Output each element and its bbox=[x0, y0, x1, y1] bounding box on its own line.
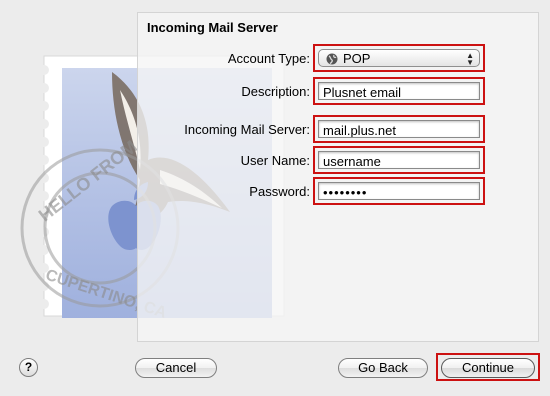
go-back-button[interactable]: Go Back bbox=[338, 358, 428, 378]
account-type-value: POP bbox=[343, 51, 371, 66]
cancel-button[interactable]: Cancel bbox=[135, 358, 217, 378]
account-type-popup[interactable]: POP ▲ ▼ bbox=[318, 49, 480, 67]
server-highlight: mail.plus.net bbox=[313, 115, 485, 143]
password-field[interactable]: •••••••• bbox=[318, 182, 480, 200]
help-button[interactable]: ? bbox=[19, 358, 38, 377]
panel-title: Incoming Mail Server bbox=[147, 20, 278, 35]
server-label: Incoming Mail Server: bbox=[184, 122, 310, 137]
password-highlight: •••••••• bbox=[313, 177, 485, 205]
server-field[interactable]: mail.plus.net bbox=[318, 120, 480, 138]
username-field[interactable]: username bbox=[318, 151, 480, 169]
continue-button[interactable]: Continue bbox=[441, 358, 535, 378]
globe-icon bbox=[326, 53, 338, 65]
username-label: User Name: bbox=[240, 153, 310, 168]
username-highlight: username bbox=[313, 146, 485, 174]
password-label: Password: bbox=[249, 184, 310, 199]
continue-highlight: Continue bbox=[436, 353, 540, 381]
description-field[interactable]: Plusnet email bbox=[318, 82, 480, 100]
description-highlight: Plusnet email bbox=[313, 77, 485, 105]
account-type-highlight: POP ▲ ▼ bbox=[313, 44, 485, 72]
description-label: Description: bbox=[241, 84, 310, 99]
account-type-label: Account Type: bbox=[227, 51, 310, 66]
updown-arrows-icon: ▲ ▼ bbox=[466, 51, 474, 67]
